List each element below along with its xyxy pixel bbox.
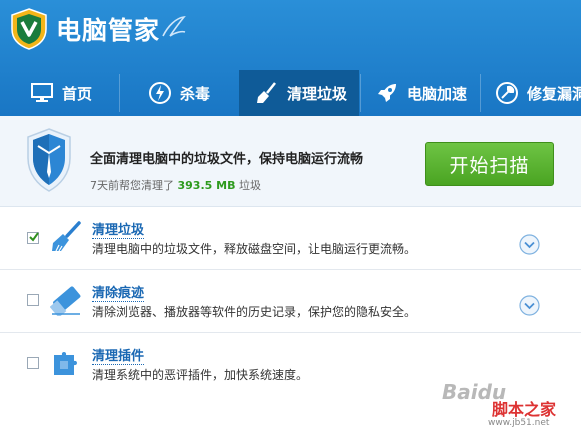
broom-icon <box>52 221 81 252</box>
start-scan-button[interactable]: 开始扫描 <box>425 142 554 186</box>
clean-plugins-title[interactable]: 清理插件 <box>92 345 145 365</box>
site-url-watermark: www.jb51.net <box>488 418 550 428</box>
shield-icon <box>27 128 71 192</box>
rocket-icon <box>375 81 399 105</box>
clean-junk-checkbox[interactable] <box>27 232 39 244</box>
tab-home[interactable]: 首页 <box>0 70 118 116</box>
tab-speedup[interactable]: 电脑加速 <box>361 70 479 116</box>
app-title: 电脑管家 <box>56 16 161 45</box>
tab-antivirus-label: 杀毒 <box>180 84 211 103</box>
clean-plugins-checkbox[interactable] <box>27 357 39 369</box>
eraser-icon <box>50 286 81 316</box>
repair-icon <box>495 81 519 105</box>
tab-cleanup-label: 清理垃圾 <box>287 84 348 103</box>
last-cleanup-prefix: 7天前帮您清理了 <box>90 179 174 192</box>
site-watermark: 脚本之家 <box>492 400 557 419</box>
chevron-down-icon[interactable] <box>519 234 540 255</box>
last-cleanup-suffix: 垃圾 <box>238 179 261 192</box>
tab-repair[interactable]: 修复漏洞 <box>481 70 581 116</box>
main-nav: 首页 杀毒 清理垃圾 电脑加速 修复漏洞 <box>0 70 581 116</box>
app-header: 电脑管家 首页 杀毒 清理垃圾 电脑加速 修复漏洞 <box>0 0 581 116</box>
title-swoosh-icon <box>162 15 186 37</box>
banner-title: 全面清理电脑中的垃圾文件，保持电脑运行流畅 <box>90 152 364 167</box>
last-cleanup-info: 7天前帮您清理了 393.5 MB 垃圾 <box>90 177 261 193</box>
tab-cleanup[interactable]: 清理垃圾 <box>239 70 359 116</box>
tab-home-label: 首页 <box>62 84 93 103</box>
monitor-icon <box>30 81 54 105</box>
virus-scan-icon <box>148 81 172 105</box>
clean-plugins-desc: 清理系统中的恶评插件，加快系统速度。 <box>92 368 309 382</box>
list-item-clear-traces: 清除痕迹 清除浏览器、播放器等软件的历史记录，保护您的隐私安全。 <box>0 270 581 333</box>
tab-repair-label: 修复漏洞 <box>527 84 581 103</box>
puzzle-icon <box>54 352 77 375</box>
tab-speedup-label: 电脑加速 <box>407 84 468 103</box>
clear-traces-title[interactable]: 清除痕迹 <box>92 282 145 302</box>
clean-junk-desc: 清理电脑中的垃圾文件，释放磁盘空间，让电脑运行更流畅。 <box>92 242 417 256</box>
app-logo-icon <box>11 8 47 50</box>
clear-traces-desc: 清除浏览器、播放器等软件的历史记录，保护您的隐私安全。 <box>92 305 417 319</box>
chevron-down-icon[interactable] <box>519 295 540 316</box>
broom-icon <box>255 81 279 105</box>
clean-junk-title[interactable]: 清理垃圾 <box>92 219 145 239</box>
cleaned-size: 393.5 MB <box>177 179 236 192</box>
clear-traces-checkbox[interactable] <box>27 294 39 306</box>
list-item-clean-junk: 清理垃圾 清理电脑中的垃圾文件，释放磁盘空间，让电脑运行更流畅。 <box>0 207 581 270</box>
tab-antivirus[interactable]: 杀毒 <box>120 70 238 116</box>
